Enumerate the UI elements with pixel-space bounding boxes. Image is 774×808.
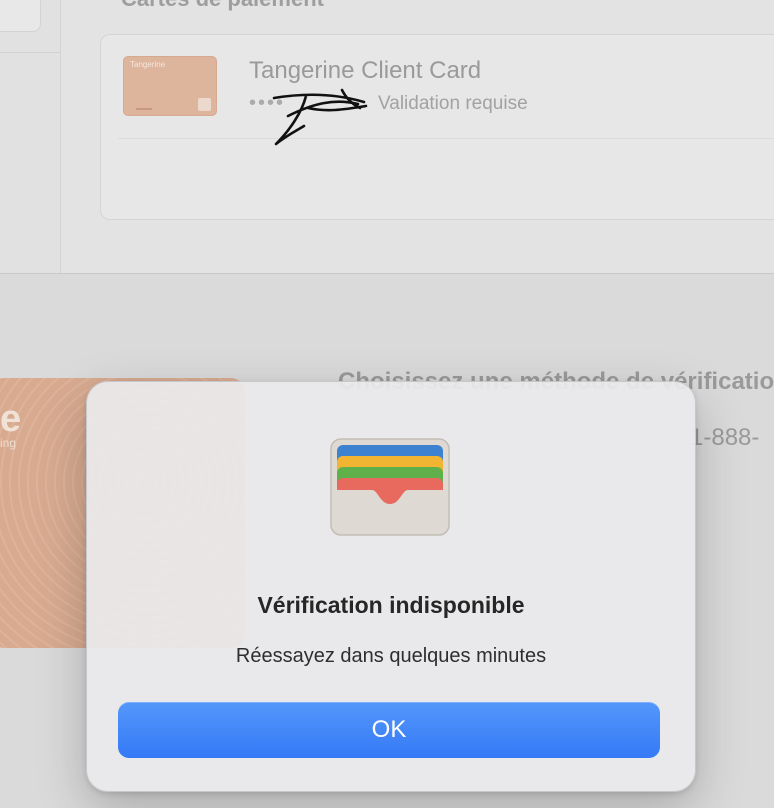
card-thumbnail-chip bbox=[198, 98, 211, 111]
card-artwork-tagline: ing bbox=[0, 436, 17, 450]
sidebar-search-field[interactable] bbox=[0, 0, 41, 32]
card-thumbnail-line bbox=[136, 108, 152, 110]
card-thumbnail[interactable]: Tangerine bbox=[123, 56, 217, 116]
redaction-scribble bbox=[272, 88, 368, 146]
sidebar-divider bbox=[0, 52, 60, 53]
card-thumbnail-brand: Tangerine bbox=[130, 60, 166, 69]
wallet-icon bbox=[330, 438, 450, 536]
dialog-title: Vérification indisponible bbox=[257, 592, 525, 618]
ok-button[interactable]: OK bbox=[118, 702, 660, 758]
sidebar bbox=[0, 0, 61, 273]
card-status: Validation requise bbox=[378, 93, 528, 114]
section-title: Cartes de paiement bbox=[121, 0, 324, 12]
card-artwork-logo-letter: e bbox=[0, 398, 22, 440]
dialog-message: Réessayez dans quelques minutes bbox=[235, 645, 547, 667]
card-name[interactable]: Tangerine Client Card bbox=[249, 57, 481, 85]
alert-dialog: Vérification indisponible Réessayez dans… bbox=[86, 381, 696, 792]
card-divider bbox=[118, 138, 774, 139]
payment-cards-pane: Cartes de paiement Tangerine Tangerine C… bbox=[0, 0, 774, 274]
verification-phone-option[interactable]: 1-888- bbox=[690, 424, 759, 452]
